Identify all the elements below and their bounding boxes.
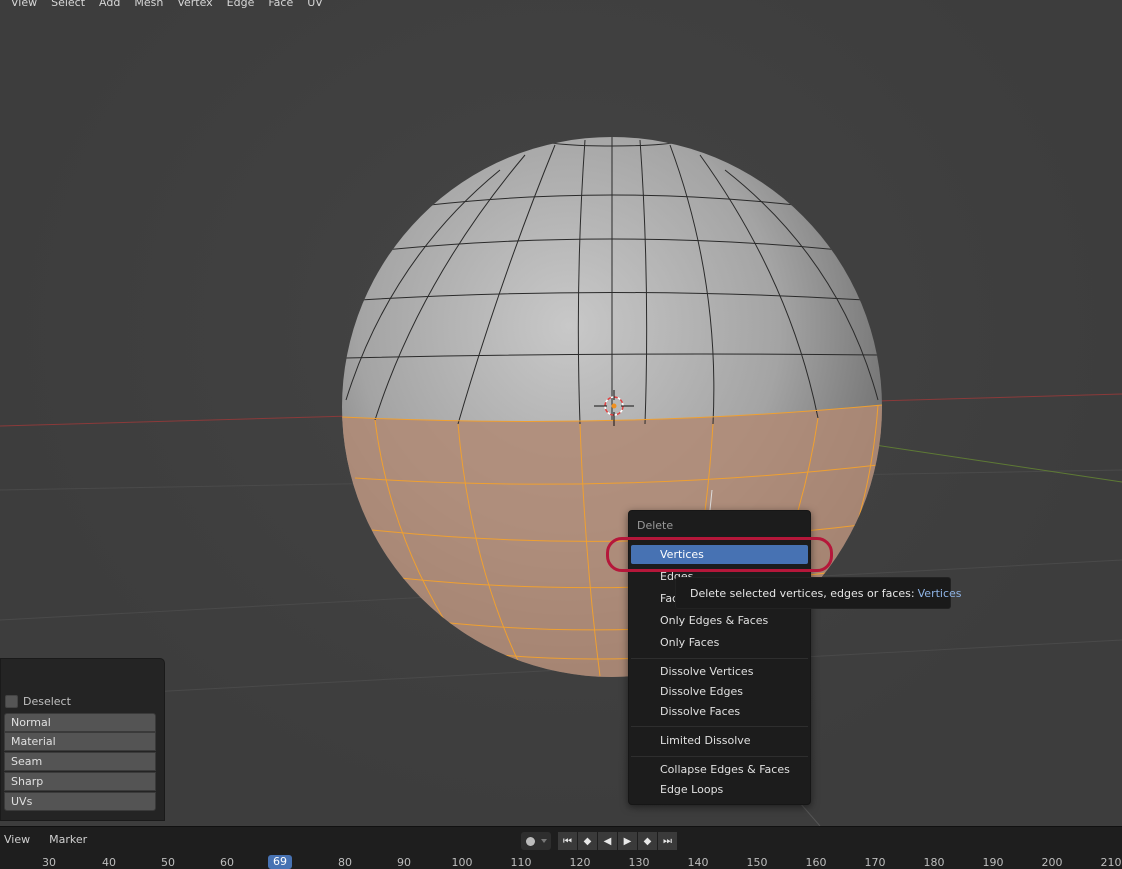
menu-item-limited-dissolve[interactable]: Limited Dissolve — [631, 731, 808, 751]
timeline-marker-menu[interactable]: Marker — [49, 833, 87, 846]
timeline: View Marker ⏮ ◆ ◀ ▶ ◆ ⏭ 210 200 190 180 170 1… — [0, 826, 1122, 869]
timeline-menu: View Marker — [4, 833, 106, 846]
seam-button[interactable]: Seam — [4, 752, 156, 771]
menu-item-edge-loops[interactable]: Edge Loops — [631, 780, 808, 800]
tooltip-text: Delete selected vertices, edges or faces… — [690, 587, 915, 600]
frame-ruler[interactable]: 210 200 190 180 170 160 150 140 130 120 110 100 90 80… — [0, 855, 1122, 869]
menu-item-dissolve-faces[interactable]: Dissolve Faces — [631, 702, 808, 722]
current-frame-indicator[interactable]: 69 — [268, 855, 292, 869]
header-menu-uv[interactable]: UV — [300, 0, 330, 10]
tooltip-value: Vertices — [917, 587, 962, 600]
ruler-tick-label: 100 — [451, 856, 473, 869]
ruler-tick-label: 110 — [510, 856, 532, 869]
ruler-tick-label: 130 — [628, 856, 650, 869]
ruler-tick-label: 180 — [923, 856, 945, 869]
ruler-tick-label: 150 — [746, 856, 768, 869]
play-icon[interactable]: ▶ — [618, 832, 637, 850]
menu-separator — [631, 658, 808, 659]
header-menu-view[interactable]: View — [4, 0, 44, 10]
deselect-label: Deselect — [23, 695, 71, 708]
material-button[interactable]: Material — [4, 732, 156, 751]
ruler-tick-label: 210 — [1100, 856, 1122, 869]
ruler-tick-label: 80 — [338, 856, 352, 869]
checkbox-box[interactable] — [5, 695, 18, 708]
operator-panel: Deselect Normal Material Seam Sharp UVs — [0, 658, 165, 821]
header-menu-face[interactable]: Face — [261, 0, 300, 10]
menu-item-collapse-edges-faces[interactable]: Collapse Edges & Faces — [631, 760, 808, 780]
menu-tooltip: Delete selected vertices, edges or faces… — [675, 577, 962, 609]
header-menu-add[interactable]: Add — [92, 0, 127, 10]
menu-item-dissolve-edges[interactable]: Dissolve Edges — [631, 682, 808, 702]
record-toggle[interactable] — [521, 832, 551, 850]
3d-viewport[interactable]: View Select Add Mesh Vertex Edge Face UV — [0, 0, 1122, 826]
jump-start-icon[interactable]: ⏮ — [558, 832, 577, 850]
header-menu-mesh[interactable]: Mesh — [127, 0, 170, 10]
ruler-tick-label: 120 — [569, 856, 591, 869]
viewport-canvas — [0, 137, 1122, 826]
ruler-tick-label: 50 — [161, 856, 175, 869]
header-menu-edge[interactable]: Edge — [220, 0, 262, 10]
menu-separator — [631, 726, 808, 727]
ruler-tick-label: 190 — [982, 856, 1004, 869]
ruler-tick-label: 30 — [42, 856, 56, 869]
header-menu-select[interactable]: Select — [44, 0, 92, 10]
timeline-view-menu[interactable]: View — [4, 833, 30, 846]
menu-item-only-faces[interactable]: Only Faces — [631, 633, 808, 653]
ruler-tick-label: 60 — [220, 856, 234, 869]
playback-controls: ⏮ ◆ ◀ ▶ ◆ ⏭ — [521, 832, 678, 850]
prev-keyframe-icon[interactable]: ◆ — [578, 832, 597, 850]
ruler-tick-label: 40 — [102, 856, 116, 869]
uvs-button[interactable]: UVs — [4, 792, 156, 811]
highlight-ring — [606, 537, 833, 572]
ruler-tick-label: 160 — [805, 856, 827, 869]
header-menu-vertex[interactable]: Vertex — [170, 0, 219, 10]
jump-end-icon[interactable]: ⏭ — [658, 832, 677, 850]
delete-menu-title: Delete — [637, 519, 674, 532]
next-keyframe-icon[interactable]: ◆ — [638, 832, 657, 850]
record-icon — [525, 836, 535, 846]
menu-item-only-edges-faces[interactable]: Only Edges & Faces — [631, 611, 808, 631]
ruler-tick-label: 140 — [687, 856, 709, 869]
viewport-header-menu: View Select Add Mesh Vertex Edge Face UV — [4, 0, 330, 10]
ruler-tick-label: 200 — [1041, 856, 1063, 869]
menu-separator — [631, 756, 808, 757]
sharp-button[interactable]: Sharp — [4, 772, 156, 791]
deselect-checkbox[interactable]: Deselect — [5, 695, 71, 708]
ruler-tick-label: 170 — [864, 856, 886, 869]
play-reverse-icon[interactable]: ◀ — [598, 832, 617, 850]
menu-item-dissolve-vertices[interactable]: Dissolve Vertices — [631, 662, 808, 682]
normal-button[interactable]: Normal — [4, 713, 156, 732]
ruler-tick-label: 90 — [397, 856, 411, 869]
chevron-down-icon[interactable] — [540, 839, 547, 843]
